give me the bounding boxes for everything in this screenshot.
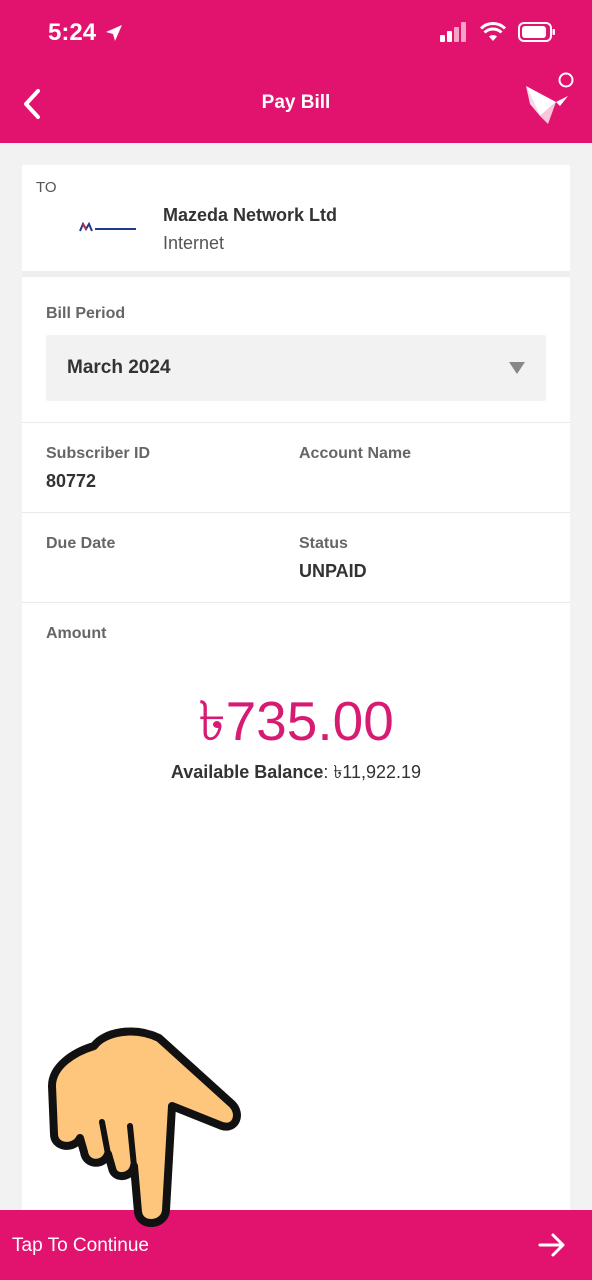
nav-bar: Pay Bill (0, 68, 592, 143)
status-label: Status (299, 535, 348, 552)
due-date-label: Due Date (46, 535, 116, 552)
location-arrow-icon (106, 25, 123, 41)
time-text: 5:24 (48, 19, 97, 46)
wifi-icon (480, 22, 506, 41)
recipient-section: TO Mazeda Network Ltd Internet (22, 165, 570, 277)
provider-name: Mazeda Network Ltd (163, 205, 338, 225)
bkash-bird-logo-icon[interactable] (516, 72, 574, 130)
battery-icon (518, 22, 555, 42)
mazeda-logo-icon (79, 221, 136, 232)
amount-label: Amount (46, 625, 107, 642)
bill-period-value: March 2024 (67, 357, 171, 378)
bill-card: TO Mazeda Network Ltd Internet Bill Peri… (22, 165, 570, 1265)
continue-arrow-icon (538, 1233, 565, 1257)
subscriber-row: Subscriber ID 80772 Account Name (22, 423, 570, 513)
status-time: 5:24 (48, 19, 124, 47)
balance-value: : ৳11,922.19 (323, 762, 422, 782)
status-icons (440, 22, 556, 42)
subscriber-id-label: Subscriber ID (46, 445, 151, 462)
signal-icon (440, 22, 466, 42)
continue-label: Tap To Continue (12, 1235, 149, 1256)
status-bar: 5:24 (0, 0, 592, 68)
page-title: Pay Bill (261, 92, 331, 113)
bill-period-section: Bill Period March 2024 (22, 283, 570, 423)
available-balance: Available Balance: ৳11,922.19 (22, 758, 570, 789)
bill-period-label: Bill Period (46, 305, 126, 322)
dropdown-arrow-icon (509, 362, 525, 374)
subscriber-id-value: 80772 (46, 471, 97, 491)
account-name-label: Account Name (299, 445, 412, 462)
to-label: TO (36, 179, 57, 196)
provider-type: Internet (163, 233, 225, 253)
status-value: UNPAID (299, 561, 367, 581)
balance-label: Available Balance (170, 762, 324, 782)
due-status-row: Due Date Status UNPAID (22, 513, 570, 603)
continue-button[interactable]: Tap To Continue (0, 1210, 592, 1280)
bill-period-dropdown[interactable]: March 2024 (46, 335, 546, 401)
app-header: 5:24 Pay Bill (0, 0, 592, 143)
